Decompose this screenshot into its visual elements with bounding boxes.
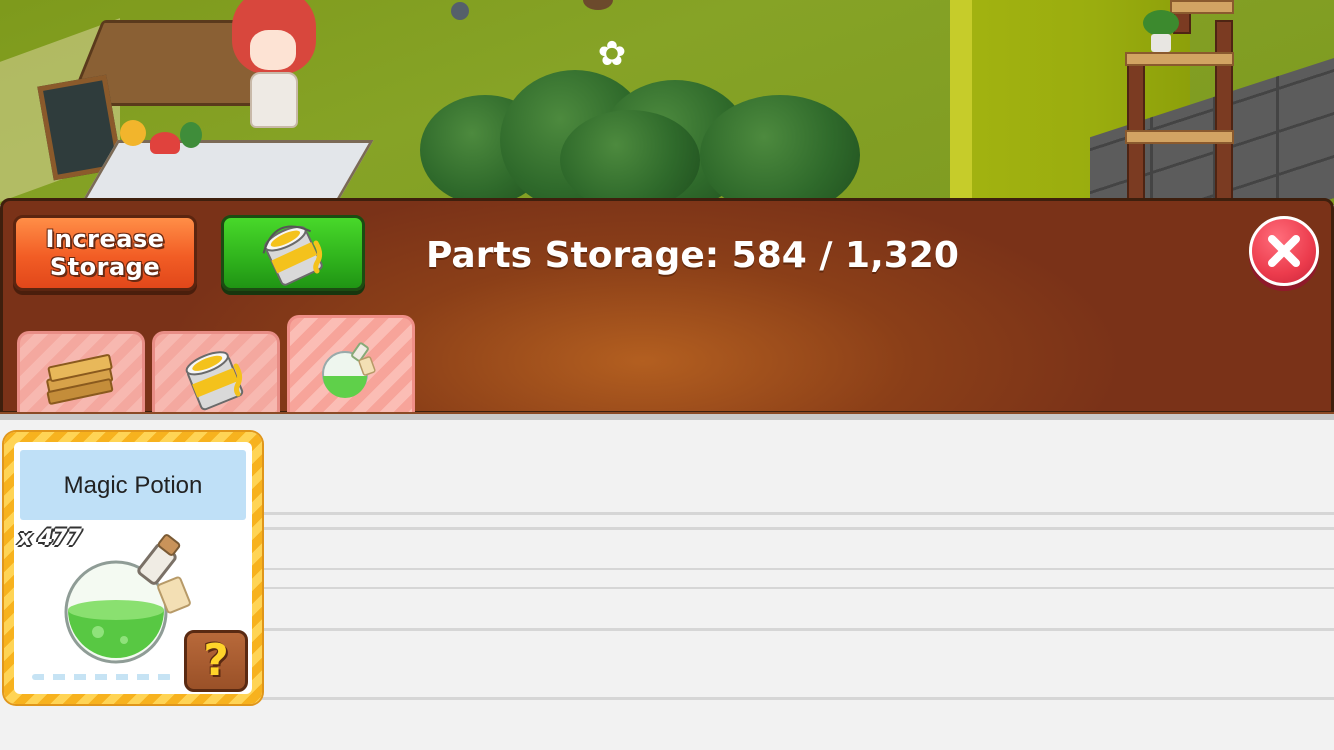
parts-storage-panel: Increase Storage Parts Storage: 584 / 1,… bbox=[0, 198, 1334, 419]
tab-planks[interactable] bbox=[17, 331, 145, 419]
game-scene: ✿ bbox=[0, 0, 1334, 205]
row-divider bbox=[262, 587, 1334, 589]
item-card-body: Magic Potion x 477 ? bbox=[14, 442, 252, 694]
paint-bucket-icon bbox=[185, 350, 244, 410]
white-flower-icon: ✿ bbox=[597, 34, 627, 74]
row-divider bbox=[262, 628, 1334, 631]
row-divider bbox=[262, 697, 1334, 700]
potted-plant bbox=[1143, 10, 1179, 52]
close-button[interactable] bbox=[1249, 216, 1319, 286]
wall-edge bbox=[950, 0, 972, 205]
character-avatar bbox=[228, 0, 318, 140]
item-progress-dots bbox=[32, 674, 172, 680]
row-divider bbox=[262, 527, 1334, 530]
storage-title: Parts Storage: 584 / 1,320 bbox=[426, 235, 959, 276]
stone-decoration bbox=[451, 2, 469, 20]
item-card-magic-potion[interactable]: Magic Potion x 477 ? bbox=[4, 432, 262, 704]
increase-storage-button[interactable]: Increase Storage bbox=[13, 215, 197, 291]
wooden-shelf bbox=[1125, 0, 1235, 205]
close-icon bbox=[1268, 235, 1300, 267]
row-divider bbox=[262, 568, 1334, 570]
row-divider bbox=[262, 512, 1334, 515]
tree-stump bbox=[583, 0, 613, 10]
wood-planks-icon bbox=[46, 353, 114, 405]
potion-icon bbox=[64, 534, 191, 664]
tab-paint[interactable] bbox=[152, 331, 280, 419]
help-button[interactable]: ? bbox=[184, 630, 248, 692]
paint-bucket-button[interactable] bbox=[221, 215, 365, 291]
tab-potions[interactable] bbox=[287, 315, 415, 419]
potion-icon bbox=[322, 341, 376, 398]
item-name: Magic Potion bbox=[20, 450, 246, 520]
paint-bucket-icon bbox=[262, 225, 323, 286]
